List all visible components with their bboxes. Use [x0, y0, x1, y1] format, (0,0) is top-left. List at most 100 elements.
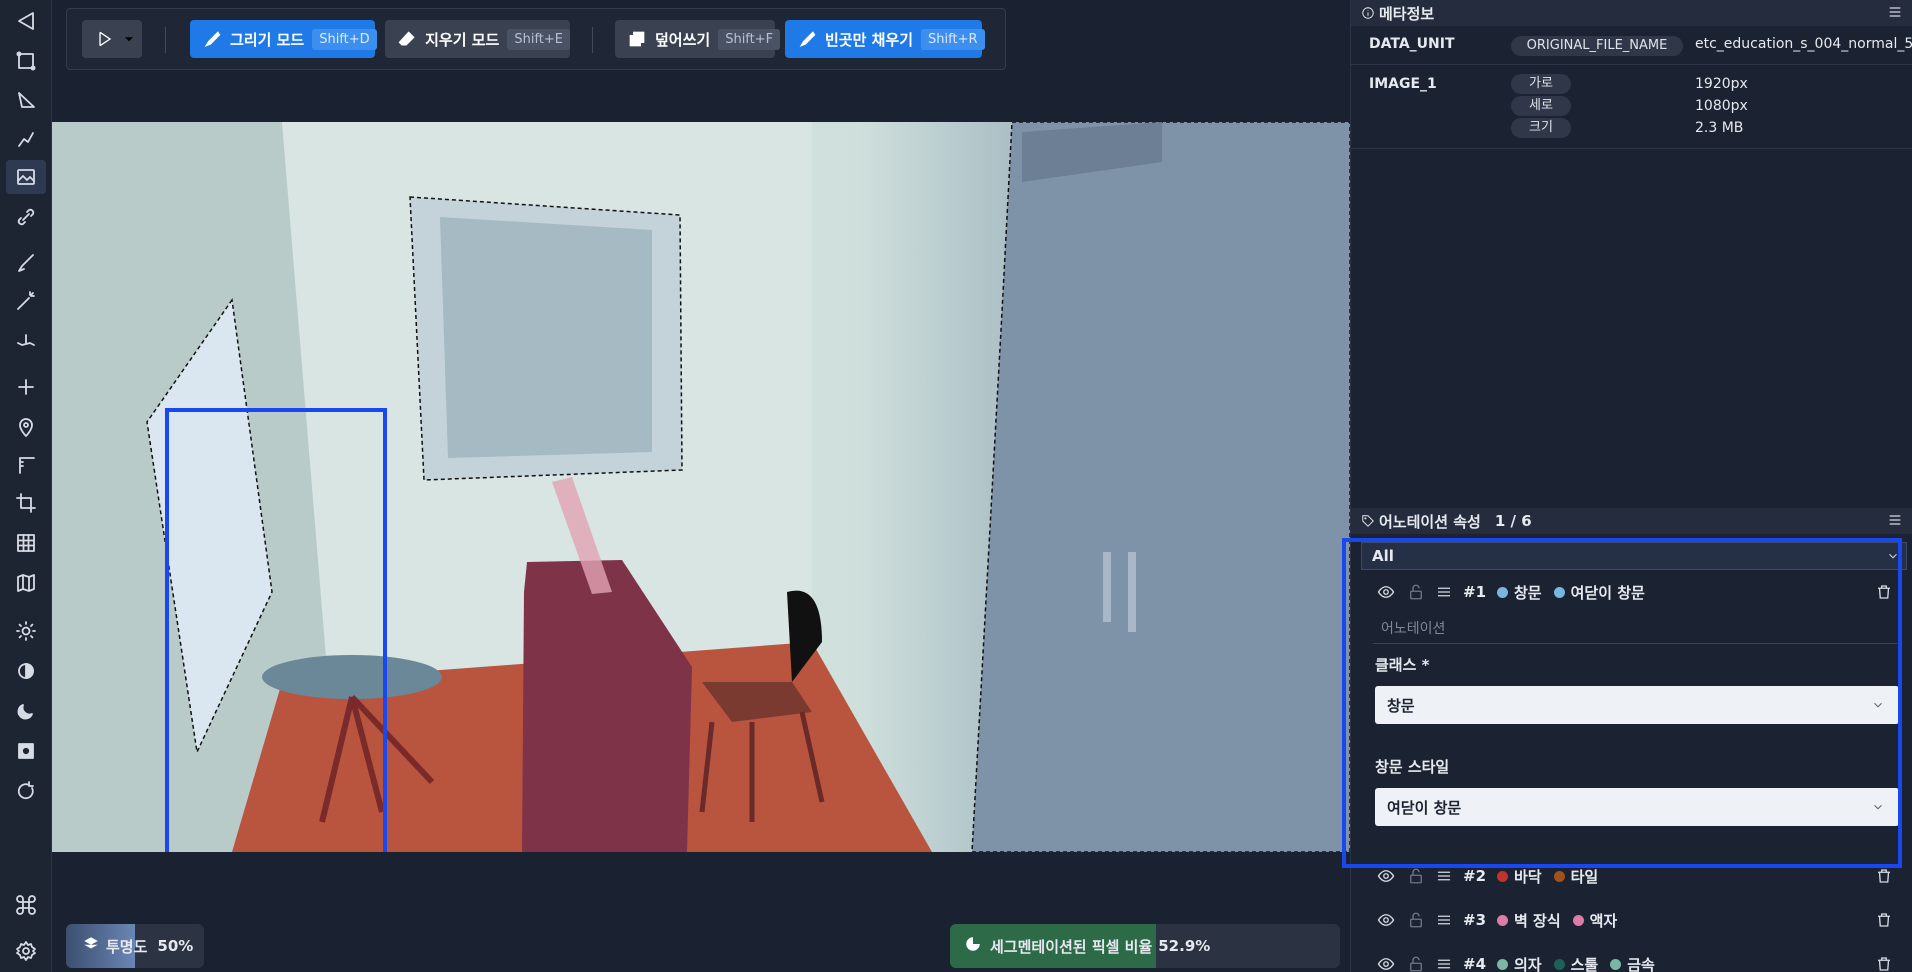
label-chip: 의자	[1497, 954, 1542, 972]
eye-icon[interactable]	[1375, 581, 1397, 603]
trash-icon[interactable]	[1873, 865, 1895, 887]
annotation-header: 어노테이션 속성 1 / 6	[1351, 508, 1912, 534]
annotation-count: 1 / 6	[1494, 512, 1532, 530]
erase-mode-label: 지우기 모드	[425, 30, 500, 49]
brush-icon[interactable]	[6, 246, 46, 280]
unlock-icon[interactable]	[1405, 581, 1427, 603]
segmented-ratio-value: 52.9%	[1158, 937, 1211, 955]
opacity-control[interactable]: 투명도 50%	[66, 924, 204, 968]
eye-icon[interactable]	[1375, 909, 1397, 931]
crop-icon[interactable]	[6, 486, 46, 520]
overwrite-label: 덮어쓰기	[655, 30, 711, 49]
polyline-icon[interactable]	[6, 122, 46, 156]
settings-icon[interactable]	[6, 934, 46, 968]
height-value: 1080px	[1695, 98, 1748, 114]
image-canvas[interactable]	[52, 122, 1350, 852]
fill-empty-button[interactable]: 빈곳만 채우기 Shift+R	[785, 20, 985, 58]
annotation-app: 그리기 모드 Shift+D 지우기 모드 Shift+E 덮어쓰기 Shift…	[0, 0, 1912, 972]
selection-mode-dropdown[interactable]	[82, 20, 142, 58]
original-file-name-value: etc_education_s_004_normal_5.jp	[1695, 36, 1912, 52]
layers-icon	[82, 935, 100, 957]
drag-handle-icon[interactable]	[1433, 953, 1455, 972]
width-value: 1920px	[1695, 76, 1748, 92]
location-pin-icon[interactable]	[6, 410, 46, 444]
annotation-number: #3	[1463, 911, 1487, 929]
drag-handle-icon[interactable]	[1433, 581, 1455, 603]
skeleton-icon[interactable]	[6, 322, 46, 356]
lasso-icon	[94, 28, 116, 50]
pie-chart-icon	[964, 935, 982, 957]
chevron-down-icon	[1886, 549, 1900, 567]
draw-mode-button[interactable]: 그리기 모드 Shift+D	[190, 20, 377, 58]
brightness-icon[interactable]	[6, 614, 46, 648]
draw-mode-label: 그리기 모드	[230, 30, 305, 49]
data-unit-row: DATA_UNIT ORIGINAL_FILE_NAME etc_educati…	[1351, 36, 1912, 58]
contrast-icon[interactable]	[6, 654, 46, 688]
size-tag: 크기	[1511, 118, 1571, 138]
size-value: 2.3 MB	[1695, 120, 1744, 136]
annotation-filter-select[interactable]: All	[1361, 542, 1907, 570]
window-style-select-value: 여닫이 창문	[1387, 798, 1462, 817]
overwrite-button[interactable]: 덮어쓰기 Shift+F	[615, 20, 781, 58]
image-info-row: IMAGE_1 가로 1920px 세로 1080px 크기 2.3 MB	[1351, 74, 1912, 140]
label-chip: 바닥	[1497, 866, 1542, 887]
unlock-icon[interactable]	[1405, 953, 1427, 972]
annotation-item[interactable]: #2 바닥 타일	[1351, 856, 1912, 896]
map-icon[interactable]	[6, 566, 46, 600]
right-panel: 메타정보 DATA_UNIT ORIGINAL_FILE_NAME etc_ed…	[1350, 0, 1912, 972]
menu-icon[interactable]	[1887, 4, 1903, 24]
link-icon[interactable]	[6, 200, 46, 234]
class-select[interactable]: 창문	[1375, 686, 1899, 724]
opacity-label: 투명도	[106, 937, 148, 956]
drag-handle-icon[interactable]	[1433, 865, 1455, 887]
trash-icon[interactable]	[1873, 909, 1895, 931]
eye-icon[interactable]	[1375, 865, 1397, 887]
erase-mode-shortcut: Shift+E	[507, 28, 570, 50]
segmented-ratio-label: 세그멘테이션된 픽셀 비율	[990, 937, 1153, 956]
label-chip: 타일	[1553, 866, 1598, 887]
data-unit-key: DATA_UNIT	[1369, 36, 1455, 52]
annotation-number: #4	[1463, 955, 1487, 972]
selected-annotation-bbox[interactable]	[165, 408, 387, 852]
grid-icon[interactable]	[6, 526, 46, 560]
trash-icon[interactable]	[1873, 953, 1895, 972]
brush-icon	[202, 28, 222, 50]
draw-mode-shortcut: Shift+D	[312, 28, 377, 50]
invert-icon[interactable]	[6, 734, 46, 768]
plus-icon[interactable]	[6, 370, 46, 404]
trash-icon[interactable]	[1873, 581, 1895, 603]
overwrite-shortcut: Shift+F	[718, 28, 781, 50]
menu-icon[interactable]	[1887, 512, 1903, 532]
tool-rail	[0, 0, 52, 972]
unlock-icon[interactable]	[1405, 865, 1427, 887]
annotation-text-input[interactable]: 어노테이션	[1373, 612, 1897, 644]
class-select-value: 창문	[1387, 696, 1415, 715]
label-chip: 스툴	[1553, 954, 1598, 972]
filter-value: All	[1372, 547, 1394, 565]
chevron-down-icon	[1871, 800, 1885, 818]
image-key: IMAGE_1	[1369, 76, 1437, 92]
eye-icon[interactable]	[1375, 953, 1397, 972]
annotation-item[interactable]: #4 의자 스툴 금속	[1351, 944, 1912, 972]
night-mode-icon[interactable]	[6, 694, 46, 728]
annotation-item[interactable]: #1 창문 여닫이 창문	[1351, 572, 1912, 612]
drag-handle-icon[interactable]	[1433, 909, 1455, 931]
image-icon[interactable]	[6, 160, 46, 194]
shortcut-icon[interactable]	[6, 888, 46, 922]
rotate-icon[interactable]	[6, 774, 46, 808]
select-icon[interactable]	[6, 4, 46, 38]
window-style-select[interactable]: 여닫이 창문	[1375, 788, 1899, 826]
annotation-item[interactable]: #3 벽 장식 액자	[1351, 900, 1912, 940]
label-chip: 액자	[1572, 910, 1617, 931]
unlock-icon[interactable]	[1405, 909, 1427, 931]
polygon-icon[interactable]	[6, 84, 46, 118]
original-file-name-tag: ORIGINAL_FILE_NAME	[1511, 36, 1683, 56]
bounding-box-icon[interactable]	[6, 44, 46, 78]
mask-toolbar: 그리기 모드 Shift+D 지우기 모드 Shift+E 덮어쓰기 Shift…	[66, 8, 1006, 70]
layers-copy-icon	[627, 28, 647, 50]
ruler-icon[interactable]	[6, 448, 46, 482]
magic-wand-icon[interactable]	[6, 284, 46, 318]
annotation-number: #2	[1463, 867, 1487, 885]
erase-mode-button[interactable]: 지우기 모드 Shift+E	[385, 20, 570, 58]
label-chip: 창문	[1497, 582, 1542, 603]
